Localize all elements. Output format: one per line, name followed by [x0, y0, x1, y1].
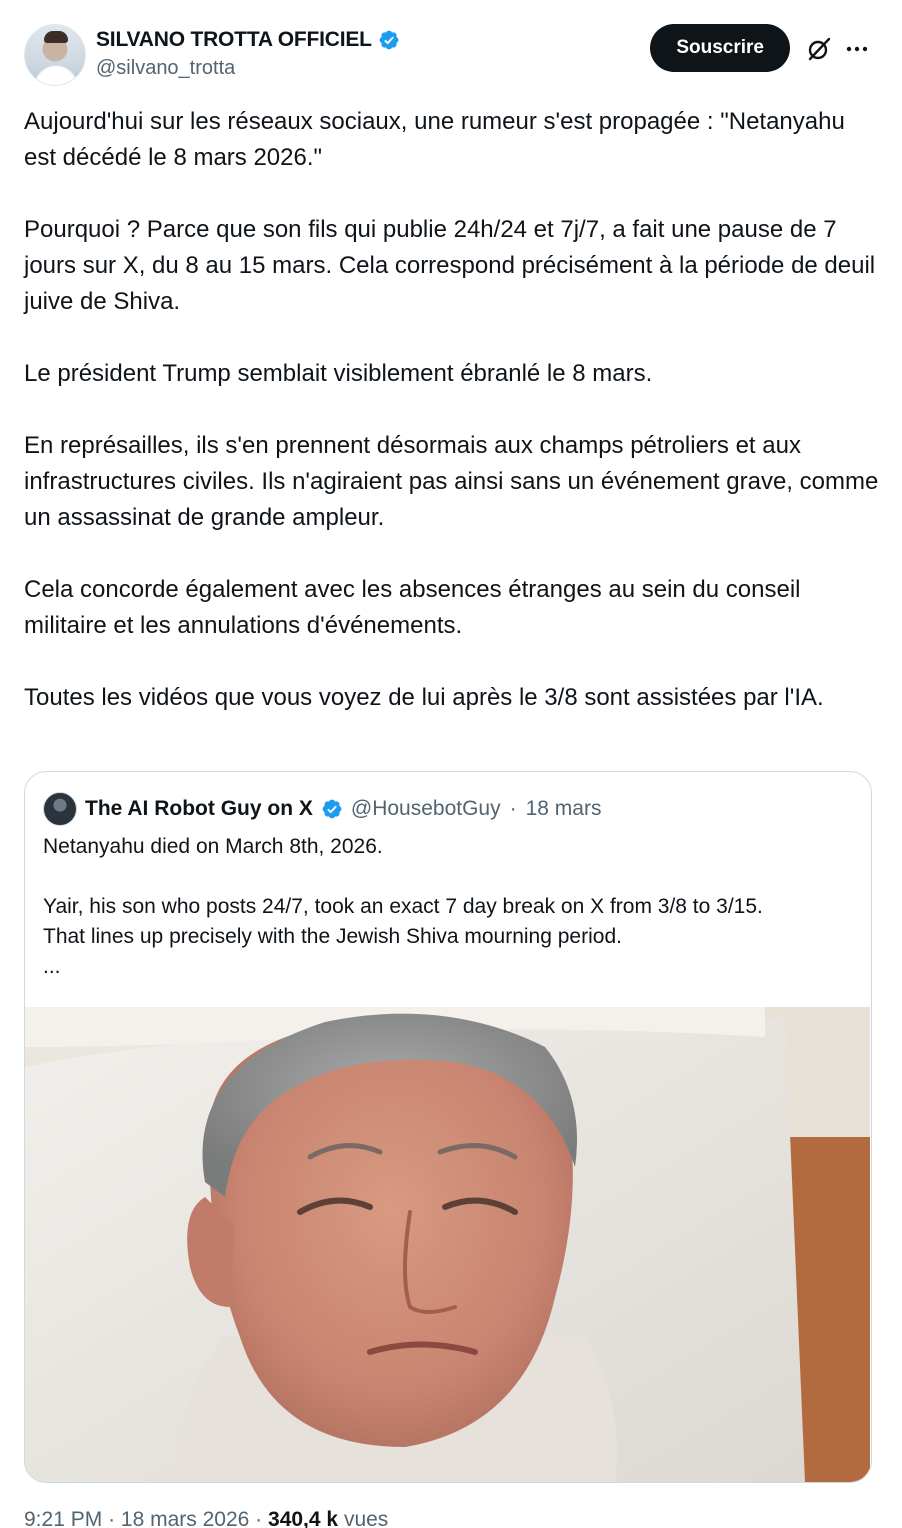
views-label: vues — [343, 1508, 389, 1528]
avatar-hair — [44, 31, 68, 43]
meta-separator: · — [108, 1508, 116, 1528]
author-display-name-text: SILVANO TROTTA OFFICIEL — [96, 28, 372, 51]
author-display-name[interactable]: SILVANO TROTTA OFFICIEL — [96, 26, 400, 54]
more-icon[interactable] — [844, 36, 870, 62]
verified-badge-icon — [322, 799, 342, 819]
author-name-block: SILVANO TROTTA OFFICIEL @silvano_trotta — [96, 26, 400, 82]
tweet-meta: 9:21 PM · 18 mars 2026 · 340,4 k vues — [24, 1508, 388, 1528]
post-paragraph: Le président Trump semblait visiblement … — [24, 360, 653, 387]
meta-separator: · — [255, 1508, 263, 1528]
quoted-ellipsis: ... — [43, 955, 61, 978]
author-handle[interactable]: @silvano_trotta — [96, 54, 400, 82]
grok-icon[interactable] — [806, 36, 832, 62]
quoted-tweet-header: The AI Robot Guy on X @HousebotGuy · 18 … — [43, 792, 601, 826]
post-paragraph: Toutes les vidéos que vous voyez de lui … — [24, 684, 824, 711]
post-paragraph: En représailles, ils s'en prennent désor… — [24, 432, 879, 531]
post-paragraph: Cela concorde également avec les absence… — [24, 576, 801, 639]
post-paragraph: Aujourd'hui sur les réseaux sociaux, une… — [24, 108, 845, 171]
verified-badge-icon — [379, 30, 399, 50]
quoted-date[interactable]: 18 mars — [526, 797, 602, 821]
quoted-line: That lines up precisely with the Jewish … — [43, 925, 622, 948]
quoted-line: Yair, his son who posts 24/7, took an ex… — [43, 895, 763, 918]
tweet-header: SILVANO TROTTA OFFICIEL @silvano_trotta … — [24, 24, 878, 86]
post-paragraph: Pourquoi ? Parce que son fils qui publie… — [24, 216, 876, 315]
quoted-tweet[interactable]: The AI Robot Guy on X @HousebotGuy · 18 … — [24, 771, 872, 1483]
avatar-shirt — [34, 65, 78, 85]
quoted-author-avatar[interactable] — [43, 792, 77, 826]
quoted-author-handle[interactable]: @HousebotGuy — [351, 797, 501, 821]
quoted-tweet-text: Netanyahu died on March 8th, 2026. Yair,… — [43, 832, 863, 982]
tweet-time[interactable]: 9:21 PM — [24, 1508, 102, 1528]
subscribe-button[interactable]: Souscrire — [650, 24, 790, 72]
quoted-media-photo[interactable] — [25, 1007, 870, 1482]
post-text: Aujourd'hui sur les réseaux sociaux, une… — [24, 104, 880, 716]
quoted-separator: · — [509, 797, 517, 820]
tweet-date[interactable]: 18 mars 2026 — [121, 1508, 249, 1528]
views-count: 340,4 k — [268, 1508, 339, 1528]
author-avatar[interactable] — [24, 24, 86, 86]
quoted-line: Netanyahu died on March 8th, 2026. — [43, 835, 383, 858]
quoted-author-name[interactable]: The AI Robot Guy on X — [85, 797, 313, 821]
